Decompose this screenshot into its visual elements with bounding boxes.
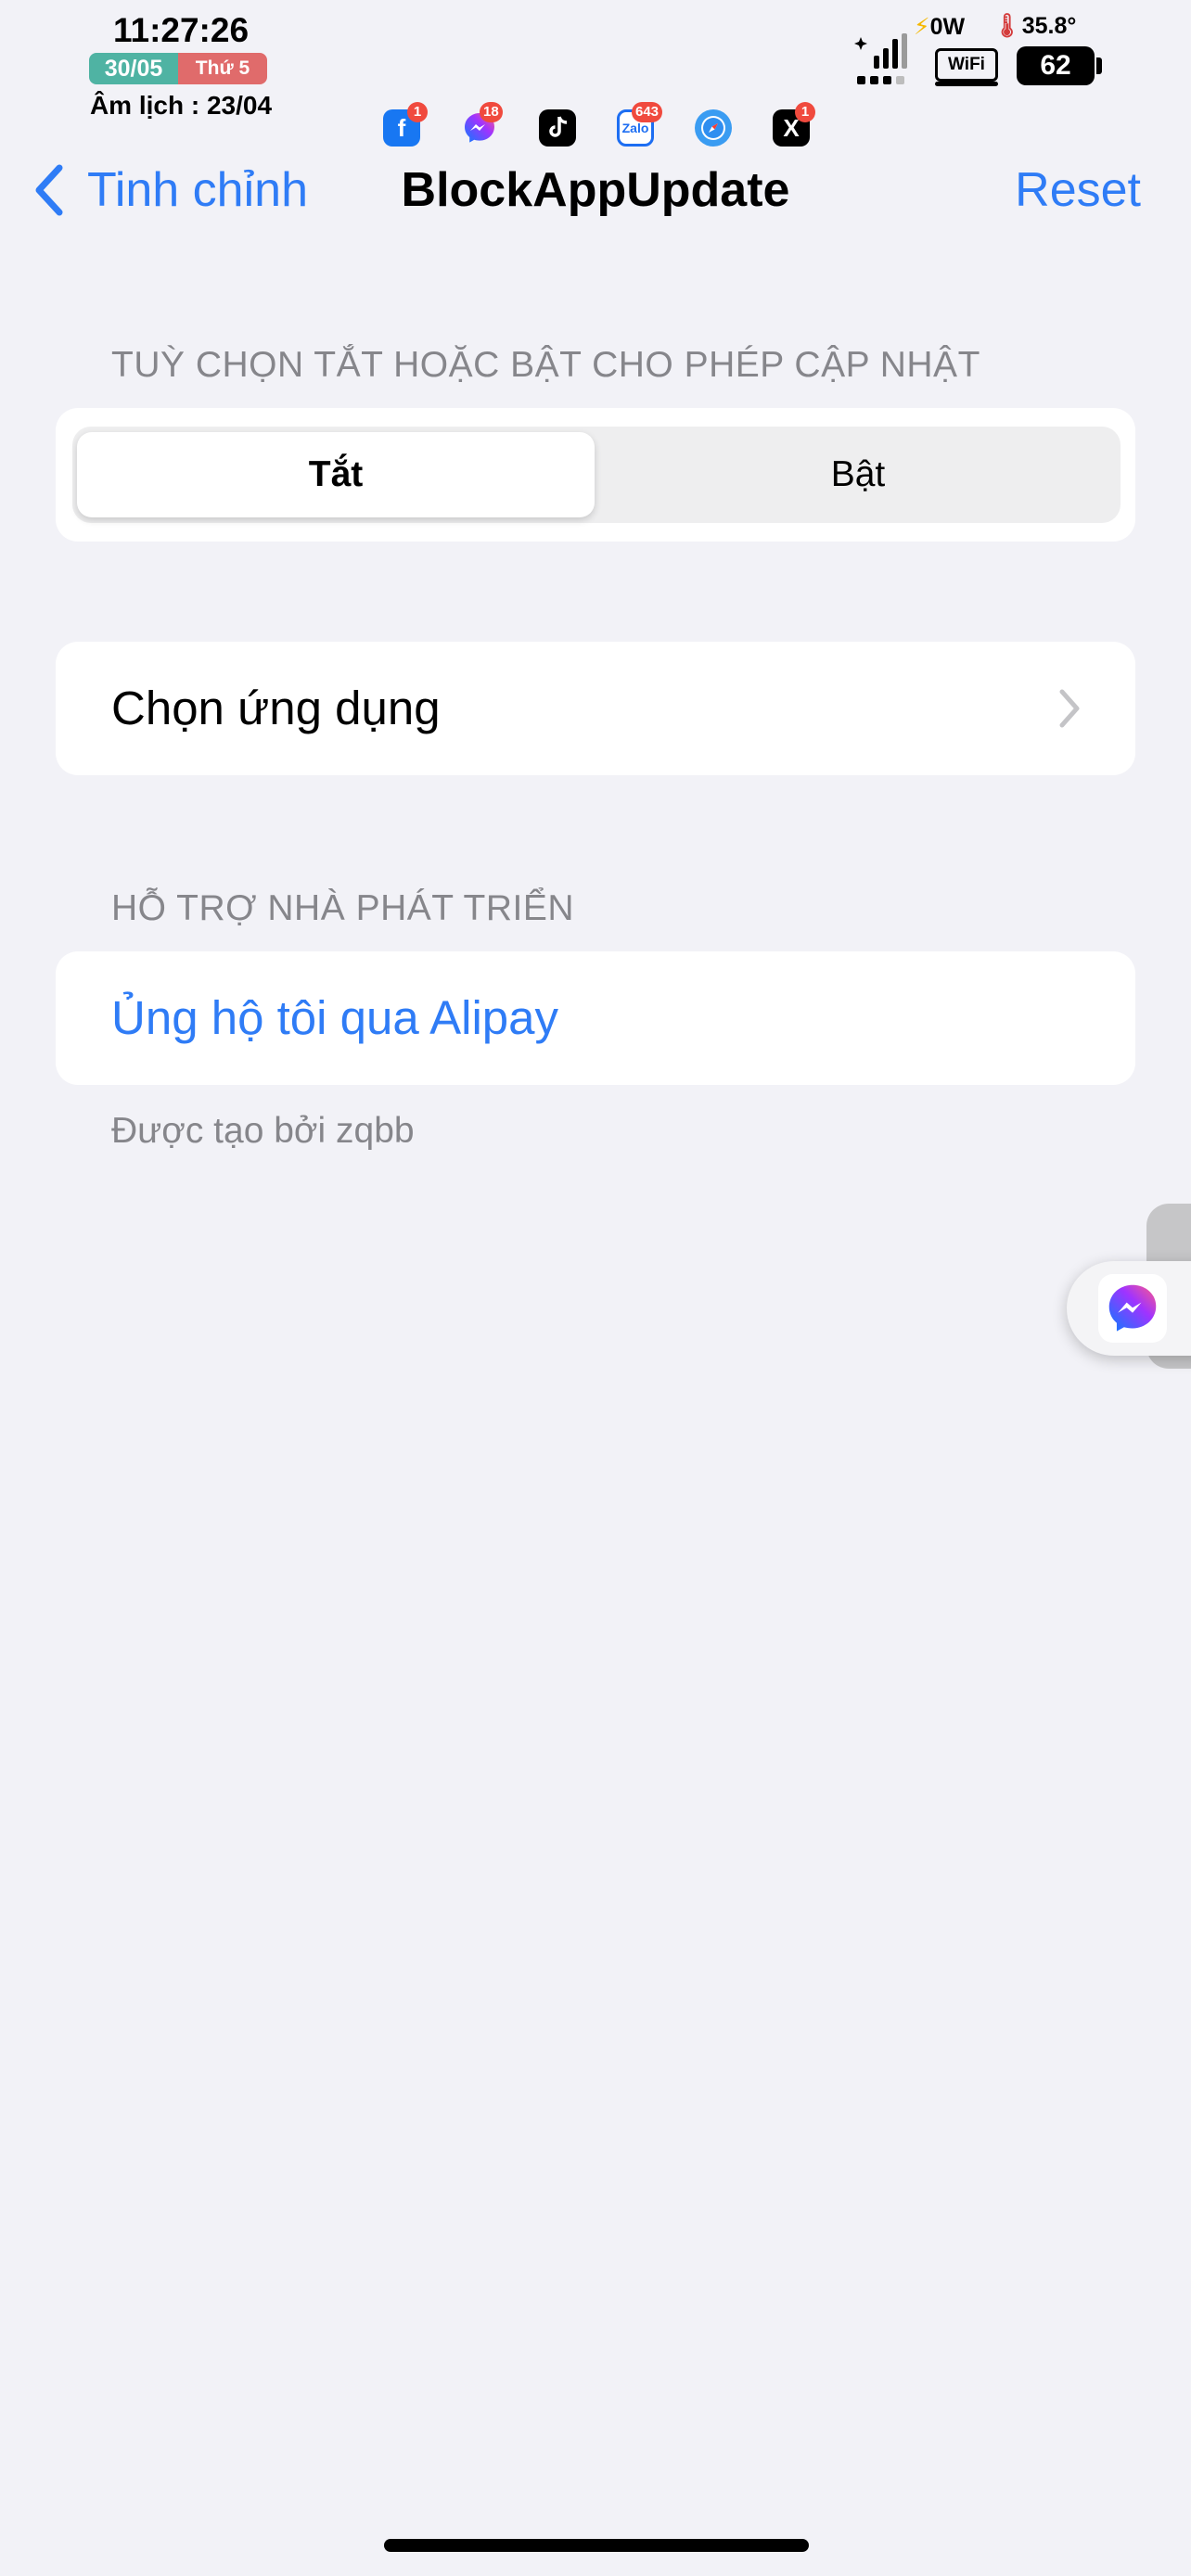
back-button[interactable]: Tinh chỉnh [32, 158, 308, 223]
donate-row[interactable]: Ủng hộ tôi qua Alipay [56, 951, 1135, 1085]
date-badge: 30/05 [89, 53, 178, 84]
update-toggle-header: TUỲ CHỌN TẮT HOẶC BẬT CHO PHÉP CẬP NHẬT [111, 345, 980, 385]
status-time: 11:27:26 [112, 11, 250, 49]
charging-indicator: ⚡0W [914, 14, 966, 40]
battery-icon: 62 [1017, 46, 1095, 85]
lunar-date: Âm lịch : 23/04 [89, 91, 273, 120]
temperature-indicator: 🌡35.8° [992, 13, 1077, 39]
back-label: Tinh chỉnh [87, 163, 308, 217]
choose-app-label: Chọn ứng dụng [111, 682, 441, 734]
choose-app-row[interactable]: Chọn ứng dụng [56, 642, 1135, 775]
floating-messenger-icon[interactable] [1098, 1274, 1167, 1343]
segment-on[interactable]: Bật [599, 432, 1117, 517]
notification-icons: f 1 18 Zalo 643 X 1 [376, 102, 821, 154]
page-title: BlockAppUpdate [401, 163, 790, 217]
wifi-strength-bar [935, 82, 998, 86]
safari-icon [695, 109, 732, 147]
battery-tip [1096, 57, 1102, 74]
segment-off[interactable]: Tắt [77, 432, 595, 517]
reset-button[interactable]: Reset [1002, 159, 1141, 221]
update-segmented-control[interactable]: Tắt Bật [72, 427, 1121, 523]
cellular-signal-icon [854, 33, 907, 84]
developer-support-header: HỖ TRỢ NHÀ PHÁT TRIỂN [111, 888, 575, 928]
facebook-badge: 1 [407, 102, 428, 122]
chevron-right-icon [1059, 689, 1080, 728]
x-badge: 1 [795, 102, 815, 122]
donate-alipay-link[interactable]: Ủng hộ tôi qua Alipay [111, 951, 558, 1085]
credit-footer: Được tạo bởi zqbb [111, 1111, 415, 1151]
tiktok-icon [539, 109, 576, 147]
weekday-badge: Thứ 5 [178, 53, 267, 84]
charging-watts: 0W [929, 14, 966, 40]
wifi-icon: WiFi [935, 48, 998, 82]
messenger-badge: 18 [480, 102, 503, 122]
temperature-value: 35.8° [1021, 13, 1077, 39]
zalo-badge: 643 [632, 102, 663, 122]
home-indicator[interactable] [384, 2539, 809, 2552]
chevron-left-icon [35, 164, 63, 216]
